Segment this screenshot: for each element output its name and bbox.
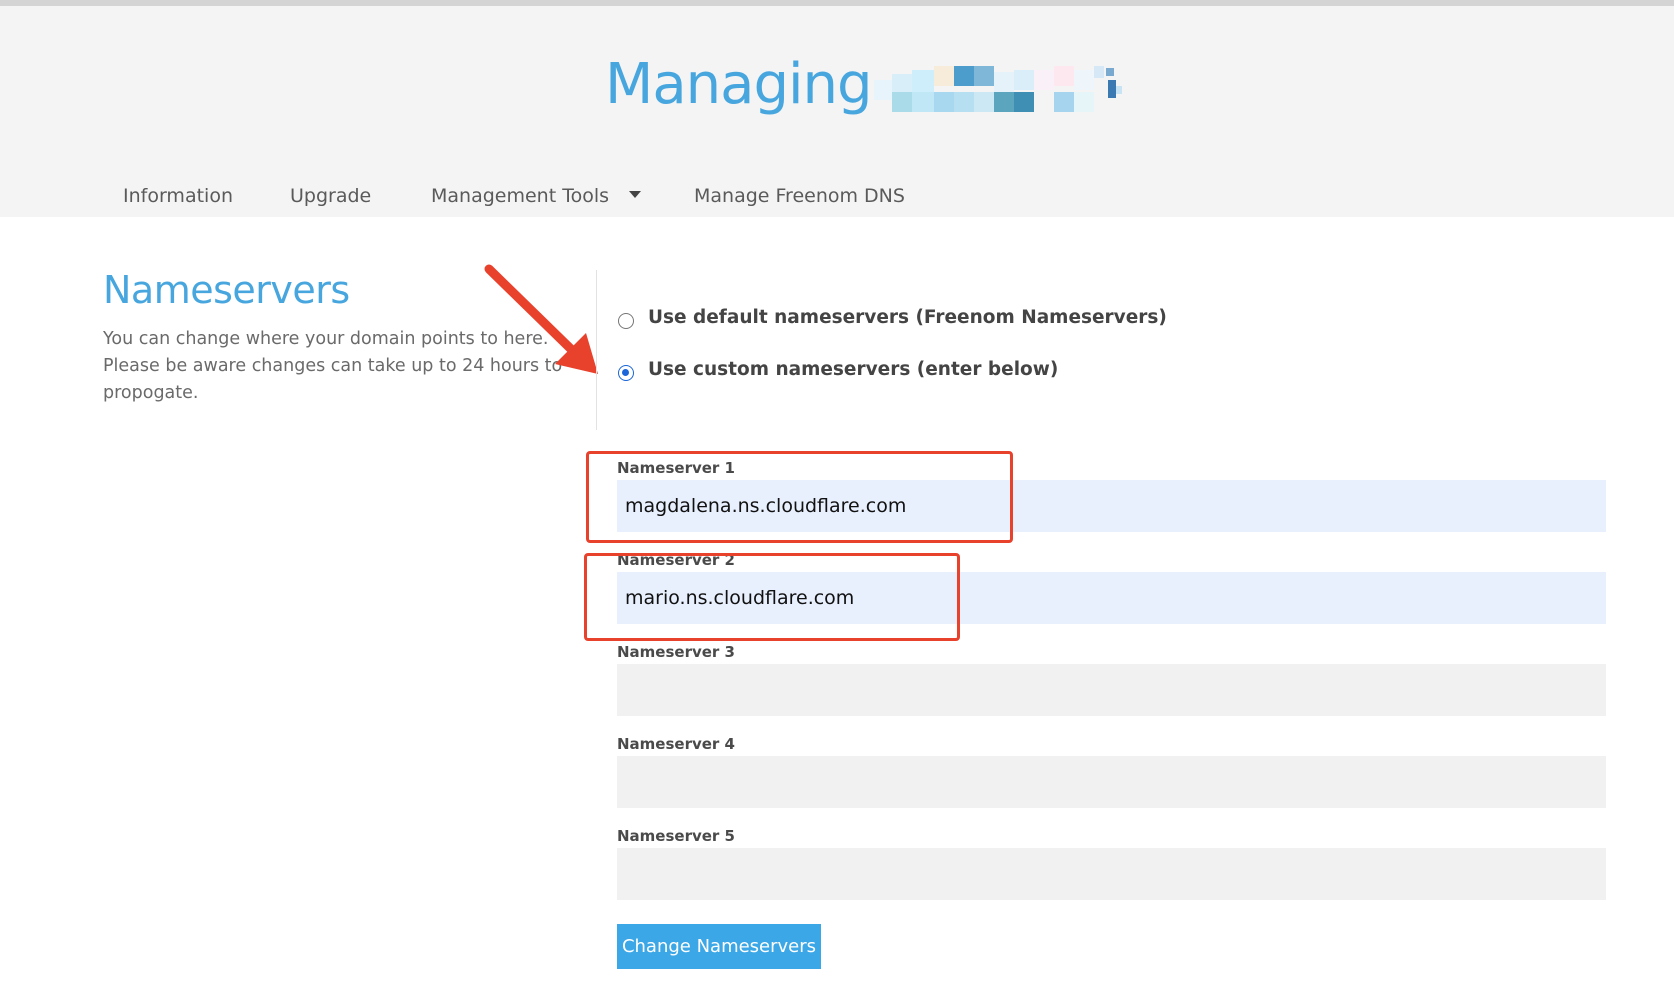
nameserver-5-input[interactable] <box>617 848 1606 900</box>
nameserver-4-label: Nameserver 4 <box>617 735 735 753</box>
highlight-nameserver-1 <box>586 451 1013 543</box>
radio-default-input[interactable] <box>618 312 634 329</box>
radio-default-label: Use default nameservers (Freenom Nameser… <box>648 307 1167 328</box>
nameserver-5-label: Nameserver 5 <box>617 827 735 845</box>
radio-custom-input[interactable] <box>618 364 634 381</box>
radio-default-nameservers[interactable]: Use default nameservers (Freenom Nameser… <box>618 307 1167 329</box>
nameserver-4-input[interactable] <box>617 756 1606 808</box>
radio-custom-nameservers[interactable]: Use custom nameservers (enter below) <box>618 359 1059 381</box>
highlight-nameserver-2 <box>584 553 960 641</box>
nameserver-3-input[interactable] <box>617 664 1606 716</box>
radio-custom-label: Use custom nameservers (enter below) <box>648 359 1059 380</box>
change-nameservers-button[interactable]: Change Nameservers <box>617 924 821 969</box>
nameserver-3-label: Nameserver 3 <box>617 643 735 661</box>
column-divider <box>596 270 597 430</box>
